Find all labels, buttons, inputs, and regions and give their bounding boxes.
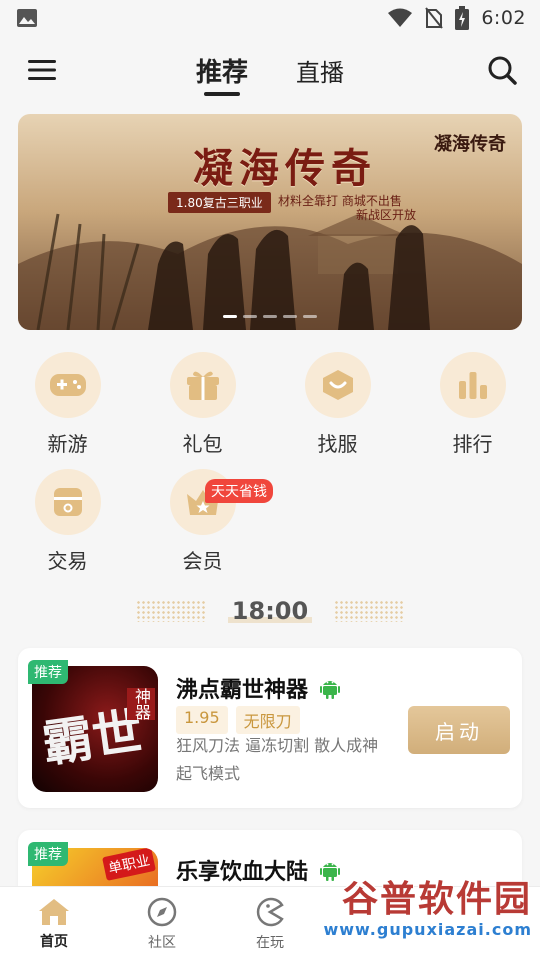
status-bar: 6:02 xyxy=(0,0,540,36)
game-chips: 1.95 无限刀 xyxy=(176,706,300,734)
recommend-tag: 推荐 xyxy=(28,842,68,866)
member-promo-badge: 天天省钱 xyxy=(205,479,273,503)
category-ranking[interactable]: 排行 xyxy=(405,352,540,457)
category-label: 排行 xyxy=(452,432,493,456)
search-icon[interactable] xyxy=(486,54,518,86)
banner-dot[interactable] xyxy=(283,315,297,318)
decor-dots-left xyxy=(135,600,206,622)
thumbnail-side-text: 神器 xyxy=(127,688,155,720)
launch-button[interactable]: 启动 xyxy=(408,706,510,754)
category-member[interactable]: 会员 天天省钱 xyxy=(135,469,273,574)
recommend-tag: 推荐 xyxy=(28,660,68,684)
no-sim-icon xyxy=(425,7,444,29)
category-label: 礼包 xyxy=(182,432,223,456)
tab-recommend[interactable]: 推荐 xyxy=(196,36,248,104)
category-new-games[interactable]: 新游 xyxy=(0,352,135,457)
category-label: 找服 xyxy=(317,432,358,456)
nav-label: 首页 xyxy=(40,933,68,950)
battery-charging-icon xyxy=(455,6,470,30)
category-label: 新游 xyxy=(47,432,88,456)
category-grid: 新游 礼包 找服 排行 交易 会员 天天省钱 xyxy=(0,330,540,574)
watermark: 谷普软件园 www.gupuxiazai.com xyxy=(292,880,532,946)
game-name-text: 乐享饮血大陆 xyxy=(176,860,309,885)
status-left xyxy=(16,8,38,28)
trade-box-icon xyxy=(34,469,101,535)
gamepad-icon xyxy=(34,352,101,418)
game-description: 狂风刀法 逼冻切割 散人成神 起飞模式 xyxy=(176,736,379,783)
time-label: 18:00 xyxy=(227,597,313,625)
game-name-text: 沸点霸世神器 xyxy=(176,678,309,703)
category-gift[interactable]: 礼包 xyxy=(135,352,270,457)
category-find-server[interactable]: 找服 xyxy=(270,352,405,457)
banner-title: 凝海传奇 xyxy=(193,145,377,192)
server-heart-icon xyxy=(304,352,371,418)
banner-line1: 1.80复古三职业 xyxy=(168,192,271,213)
tab-live[interactable]: 直播 xyxy=(296,36,344,104)
nav-label: 在玩 xyxy=(256,934,284,951)
banner-dot[interactable] xyxy=(303,315,317,318)
wifi-icon xyxy=(388,8,413,27)
compass-icon xyxy=(147,897,177,926)
gallery-notification-icon xyxy=(17,9,37,27)
nav-label: 社区 xyxy=(148,934,176,951)
banner-logo: 凝海传奇 xyxy=(434,134,506,155)
status-right: 6:02 xyxy=(387,6,526,30)
banner-line3: 新战区开放 xyxy=(356,208,417,222)
watermark-title: 谷普软件园 xyxy=(341,879,532,920)
decor-dots-right xyxy=(334,600,405,622)
nav-home[interactable]: 首页 xyxy=(0,887,108,960)
category-label: 交易 xyxy=(47,549,88,573)
pacman-icon xyxy=(256,897,284,926)
game-thumbnail[interactable]: 霸世 神器 xyxy=(32,666,158,792)
watermark-url: www.gupuxiazai.com xyxy=(323,920,532,939)
category-trade[interactable]: 交易 xyxy=(0,469,135,574)
banner-dot[interactable] xyxy=(223,315,237,318)
category-label: 会员 xyxy=(182,549,223,573)
ranking-bars-icon xyxy=(439,352,506,418)
status-time: 6:02 xyxy=(481,7,526,29)
game-name: 沸点霸世神器 xyxy=(176,672,341,704)
top-nav: 推荐 直播 xyxy=(0,36,540,104)
banner-dot[interactable] xyxy=(243,315,257,318)
menu-icon[interactable] xyxy=(26,54,58,86)
banner-dot[interactable] xyxy=(263,315,277,318)
game-card[interactable]: 霸世 神器 推荐 沸点霸世神器 1.95 无限刀 狂风刀法 逼冻切割 散人成神 … xyxy=(18,648,522,808)
gift-icon xyxy=(169,352,236,418)
time-divider: 18:00 xyxy=(0,596,540,626)
promo-banner[interactable]: 凝海传奇 凝海传奇 1.80复古三职业 材料全靠打 商城不出售 新战区开放 xyxy=(18,114,522,330)
android-icon xyxy=(320,863,341,881)
home-icon xyxy=(39,898,69,925)
version-chip: 1.95 xyxy=(176,706,228,734)
banner-pagination xyxy=(223,315,317,318)
top-tabs: 推荐 直播 xyxy=(0,36,540,104)
thumbnail-badge: 单职业 xyxy=(102,848,156,881)
feature-chip: 无限刀 xyxy=(235,706,300,734)
android-icon xyxy=(320,681,341,699)
nav-community[interactable]: 社区 xyxy=(108,887,216,960)
